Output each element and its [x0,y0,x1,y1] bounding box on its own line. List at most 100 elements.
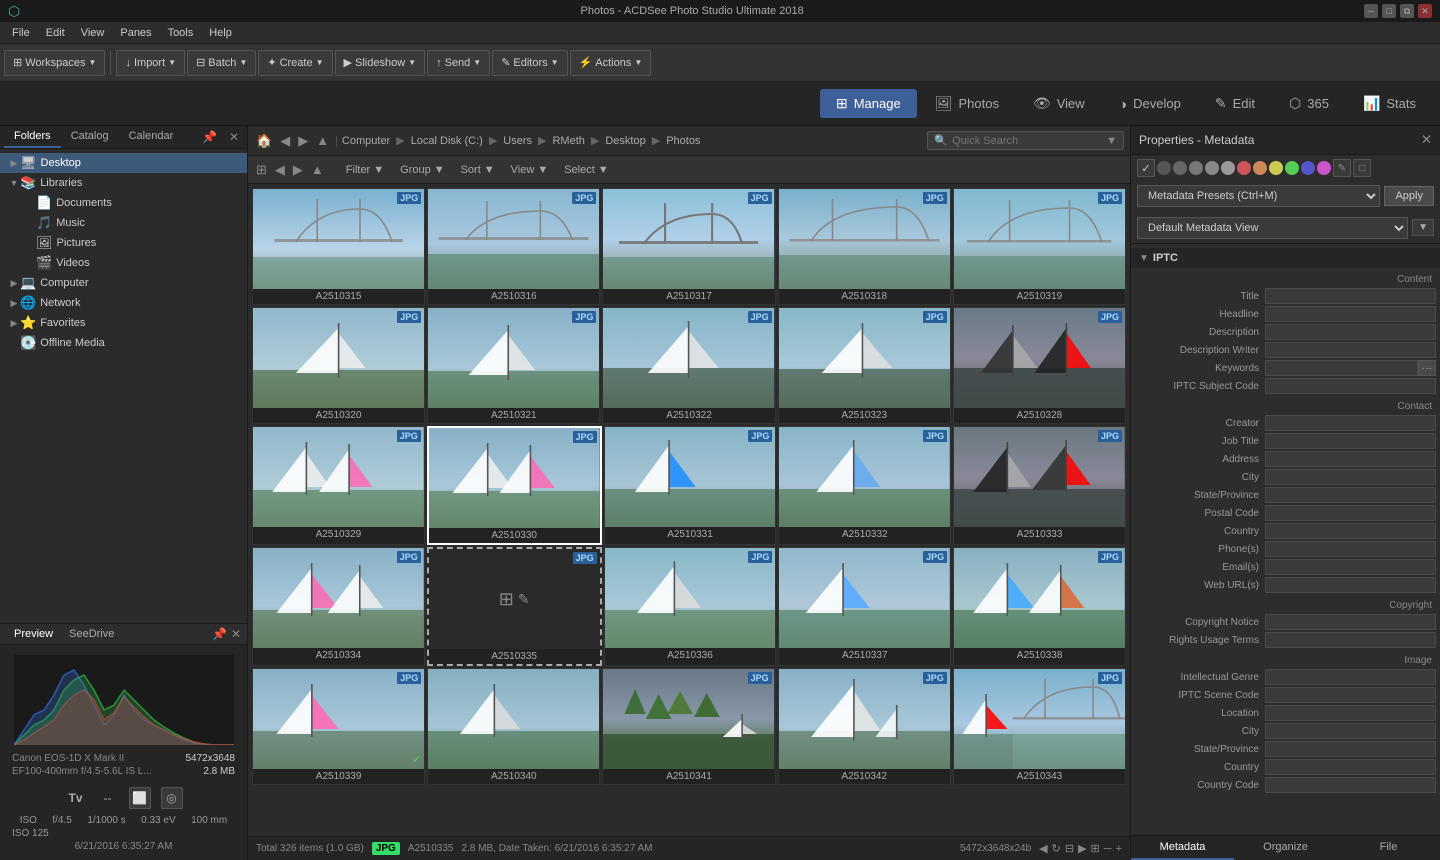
search-input[interactable] [952,135,1102,147]
menu-view[interactable]: View [73,25,113,41]
metadata-check-btn[interactable]: ✓ [1137,159,1155,177]
view-button[interactable]: View ▼ [505,162,555,178]
iptc-countrycode-input[interactable] [1265,777,1436,793]
iptc-address-input[interactable] [1265,451,1436,467]
nav-home-button[interactable]: 🏠 [254,131,274,151]
photo-cell-a2510338[interactable]: JPG A2510338 [953,547,1126,666]
iptc-scenecode-input[interactable] [1265,687,1436,703]
workspaces-button[interactable]: ⊞ Workspaces ▼ [4,50,105,76]
photo-cell-a2510329[interactable]: JPG A2510329 [252,426,425,545]
tree-item-videos[interactable]: 🎬 Videos [0,253,247,273]
iptc-location-input[interactable] [1265,705,1436,721]
maximize-button[interactable]: □ [1382,4,1396,18]
iptc-country-input[interactable] [1265,523,1436,539]
preview-tab-preview[interactable]: Preview [6,626,61,642]
photo-cell-a2510322[interactable]: JPG A2510322 [602,307,775,424]
iptc-imgcountry-input[interactable] [1265,759,1436,775]
path-computer[interactable]: Computer [342,135,390,147]
photo-cell-a2510330[interactable]: JPG A2510330 [427,426,602,545]
statusbar-next-btn[interactable]: ▶ [1078,842,1086,855]
filter-button[interactable]: Filter ▼ [340,162,390,178]
photo-cell-a2510343[interactable]: JPG A2510343 [953,668,1126,785]
photo-cell-a2510339[interactable]: JPG A2510339 ✓ [252,668,425,785]
tree-item-network[interactable]: ▶ 🌐 Network [0,293,247,313]
tree-item-favorites[interactable]: ▶ ⭐ Favorites [0,313,247,333]
iptc-phone-input[interactable] [1265,541,1436,557]
photo-cell-a2510319[interactable]: JPG A2510319 [953,188,1126,305]
nav-forward-button[interactable]: ▶ [296,131,310,151]
color-2-btn[interactable] [1173,161,1187,175]
path-rmeth[interactable]: RMeth [552,135,584,147]
mode-photos[interactable]: 🖼 Photos [919,89,1015,118]
statusbar-copy-btn[interactable]: ⊟ [1065,842,1074,855]
statusbar-refresh-btn[interactable]: ↻ [1052,842,1061,855]
tree-item-computer[interactable]: ▶ 💻 Computer [0,273,247,293]
actions-button[interactable]: ⚡ Actions ▼ [570,50,652,76]
color-blue-btn[interactable] [1301,161,1315,175]
color-yellow-btn[interactable] [1269,161,1283,175]
photo-cell-a2510333[interactable]: JPG A2510333 [953,426,1126,545]
photo-cell-a2510317[interactable]: JPG A2510317 [602,188,775,305]
keywords-dots-button[interactable]: ··· [1418,360,1436,376]
preview-aperture-icon[interactable]: ◎ [161,787,183,809]
photo-cell-a2510337[interactable]: JPG A2510337 [778,547,951,666]
nav-up-button[interactable]: ▲ [314,131,331,150]
path-localdisk[interactable]: Local Disk (C:) [411,135,483,147]
mode-develop[interactable]: ◑ Develop [1103,90,1197,118]
iptc-rights-input[interactable] [1265,632,1436,648]
sort-button[interactable]: Sort ▼ [455,162,501,178]
apply-button[interactable]: Apply [1384,186,1434,206]
mode-manage[interactable]: ⊞ Manage [820,89,917,118]
send-button[interactable]: ↑ Send ▼ [427,50,490,76]
mode-online[interactable]: ⬡ 365 [1273,89,1345,118]
statusbar-info-btn[interactable]: ─ [1104,842,1112,855]
photo-cell-a2510342[interactable]: JPG A2510342 [778,668,951,785]
photo-cell-a2510321[interactable]: JPG A2510321 [427,307,600,424]
iptc-city-input[interactable] [1265,469,1436,485]
iptc-email-input[interactable] [1265,559,1436,575]
nav-back2-button[interactable]: ◀ [273,160,287,180]
iptc-weburl-input[interactable] [1265,577,1436,593]
iptc-genre-input[interactable] [1265,669,1436,685]
nav-grid-button[interactable]: ⊞ [254,160,269,180]
photo-cell-a2510335[interactable]: ⊞ ✎ JPG A2510335 [427,547,602,666]
photo-cell-a2510331[interactable]: JPG A2510331 [604,426,777,545]
statusbar-expand-btn[interactable]: + [1116,842,1122,855]
iptc-description-input[interactable] [1265,324,1436,340]
close-button[interactable]: ✕ [1418,4,1432,18]
path-photos[interactable]: Photos [666,135,700,147]
metadata-preset-select[interactable]: Metadata Presets (Ctrl+M) [1137,185,1380,207]
iptc-imgstate-input[interactable] [1265,741,1436,757]
nav-fwd2-button[interactable]: ▶ [291,160,305,180]
rp-tab-file[interactable]: File [1337,836,1440,860]
iptc-subject-input[interactable] [1265,378,1436,394]
preview-close-button[interactable]: ✕ [231,627,241,641]
menu-panes[interactable]: Panes [112,25,159,41]
right-panel-close-btn[interactable]: ✕ [1421,132,1432,148]
white-square-btn[interactable]: □ [1353,159,1371,177]
path-users[interactable]: Users [503,135,532,147]
color-4-btn[interactable] [1205,161,1219,175]
mode-edit[interactable]: ✎ Edit [1199,89,1271,118]
menu-tools[interactable]: Tools [160,25,202,41]
photo-cell-a2510336[interactable]: JPG A2510336 [604,547,777,666]
statusbar-prev-btn[interactable]: ◀ [1039,842,1047,855]
nav-up2-button[interactable]: ▲ [309,160,326,179]
path-desktop[interactable]: Desktop [605,135,645,147]
iptc-copyright-input[interactable] [1265,614,1436,630]
tree-item-desktop[interactable]: ▶ 🖥 Desktop [0,153,247,173]
menu-help[interactable]: Help [201,25,240,41]
preview-tab-seedrive[interactable]: SeeDrive [61,626,122,642]
iptc-collapse-header[interactable]: ▼ IPTC [1131,248,1440,268]
iptc-jobtitle-input[interactable] [1265,433,1436,449]
nav-back-button[interactable]: ◀ [278,131,292,151]
menu-edit[interactable]: Edit [38,25,73,41]
preview-frame-icon[interactable]: ⬜ [129,787,151,809]
group-button[interactable]: Group ▼ [394,162,450,178]
statusbar-view-btn[interactable]: ⊞ [1091,842,1100,855]
tree-item-music[interactable]: 🎵 Music [0,213,247,233]
tab-catalog[interactable]: Catalog [61,126,119,148]
iptc-state-input[interactable] [1265,487,1436,503]
color-orange-btn[interactable] [1253,161,1267,175]
tree-item-offline[interactable]: 💽 Offline Media [0,333,247,353]
